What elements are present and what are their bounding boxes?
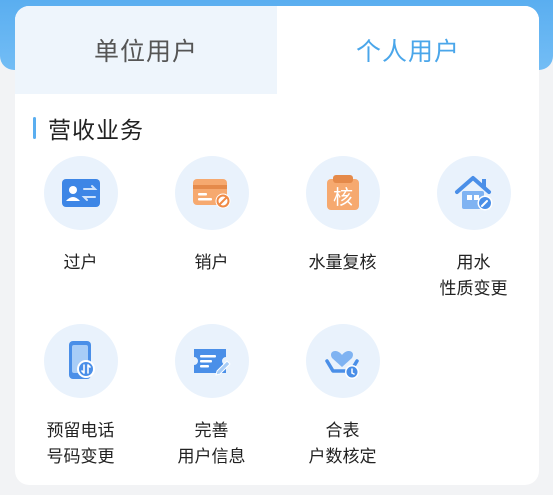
service-label: 水量复核 (308, 253, 377, 273)
section-accent-bar (33, 117, 36, 139)
phone-switch-icon (43, 324, 118, 398)
service-household-count[interactable]: 合表 户数核定 (277, 324, 408, 470)
service-transfer[interactable]: 过户 (15, 156, 146, 276)
service-complete-info[interactable]: 完善 用户信息 (146, 324, 277, 470)
service-card: 单位用户 个人用户 营收业务 过户 销户 核 水量复核 用水 性质变更 预留电话… (15, 6, 539, 485)
service-label: 预留电话 号码变更 (46, 421, 115, 467)
card-cancel-icon (174, 156, 249, 230)
id-card-transfer-icon (43, 156, 118, 230)
verify-glyph: 核 (333, 185, 353, 209)
user-type-tabs: 单位用户 个人用户 (15, 6, 539, 94)
service-label: 过户 (63, 253, 98, 273)
section-title: 营收业务 (48, 118, 144, 144)
service-label: 完善 用户信息 (177, 421, 246, 467)
verify-document-icon: 核 (305, 156, 380, 230)
tab-unit-user[interactable]: 单位用户 (15, 6, 277, 94)
tab-personal-user[interactable]: 个人用户 (277, 6, 539, 94)
service-cancel-account[interactable]: 销户 (146, 156, 277, 276)
service-label: 合表 户数核定 (308, 421, 377, 467)
service-water-review[interactable]: 核 水量复核 (277, 156, 408, 276)
service-water-nature-change[interactable]: 用水 性质变更 (408, 156, 539, 302)
house-edit-icon (436, 156, 511, 230)
service-phone-change[interactable]: 预留电话 号码变更 (15, 324, 146, 470)
service-label: 销户 (194, 253, 229, 273)
service-label: 用水 性质变更 (439, 253, 508, 299)
ticket-edit-icon (174, 324, 249, 398)
section-header: 营收业务 (33, 114, 144, 144)
hand-heart-meter-icon (305, 324, 380, 398)
